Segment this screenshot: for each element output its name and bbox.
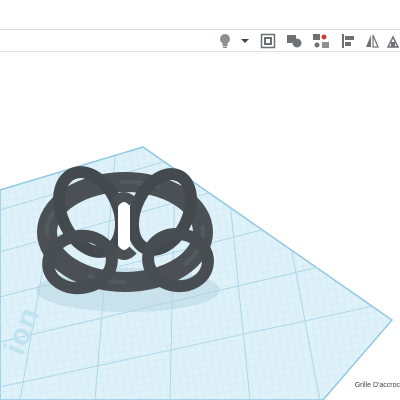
workplane-icon[interactable] <box>259 32 277 50</box>
3d-viewport[interactable]: ion Grille D'accroc <box>0 52 400 400</box>
title-bar-area <box>0 0 400 29</box>
dropdown-arrow-icon[interactable] <box>240 32 250 50</box>
cruise-icon[interactable] <box>386 32 400 50</box>
chain-knot-model[interactable] <box>37 162 214 295</box>
align-icon[interactable] <box>340 32 356 50</box>
group-shapes-icon[interactable] <box>285 32 303 50</box>
snap-grid-label[interactable]: Grille D'accroc <box>355 382 400 389</box>
ungroup-icon[interactable] <box>311 32 331 50</box>
lightbulb-icon[interactable] <box>217 32 233 50</box>
mirror-icon[interactable] <box>364 32 380 50</box>
view-toolbar <box>0 29 400 52</box>
